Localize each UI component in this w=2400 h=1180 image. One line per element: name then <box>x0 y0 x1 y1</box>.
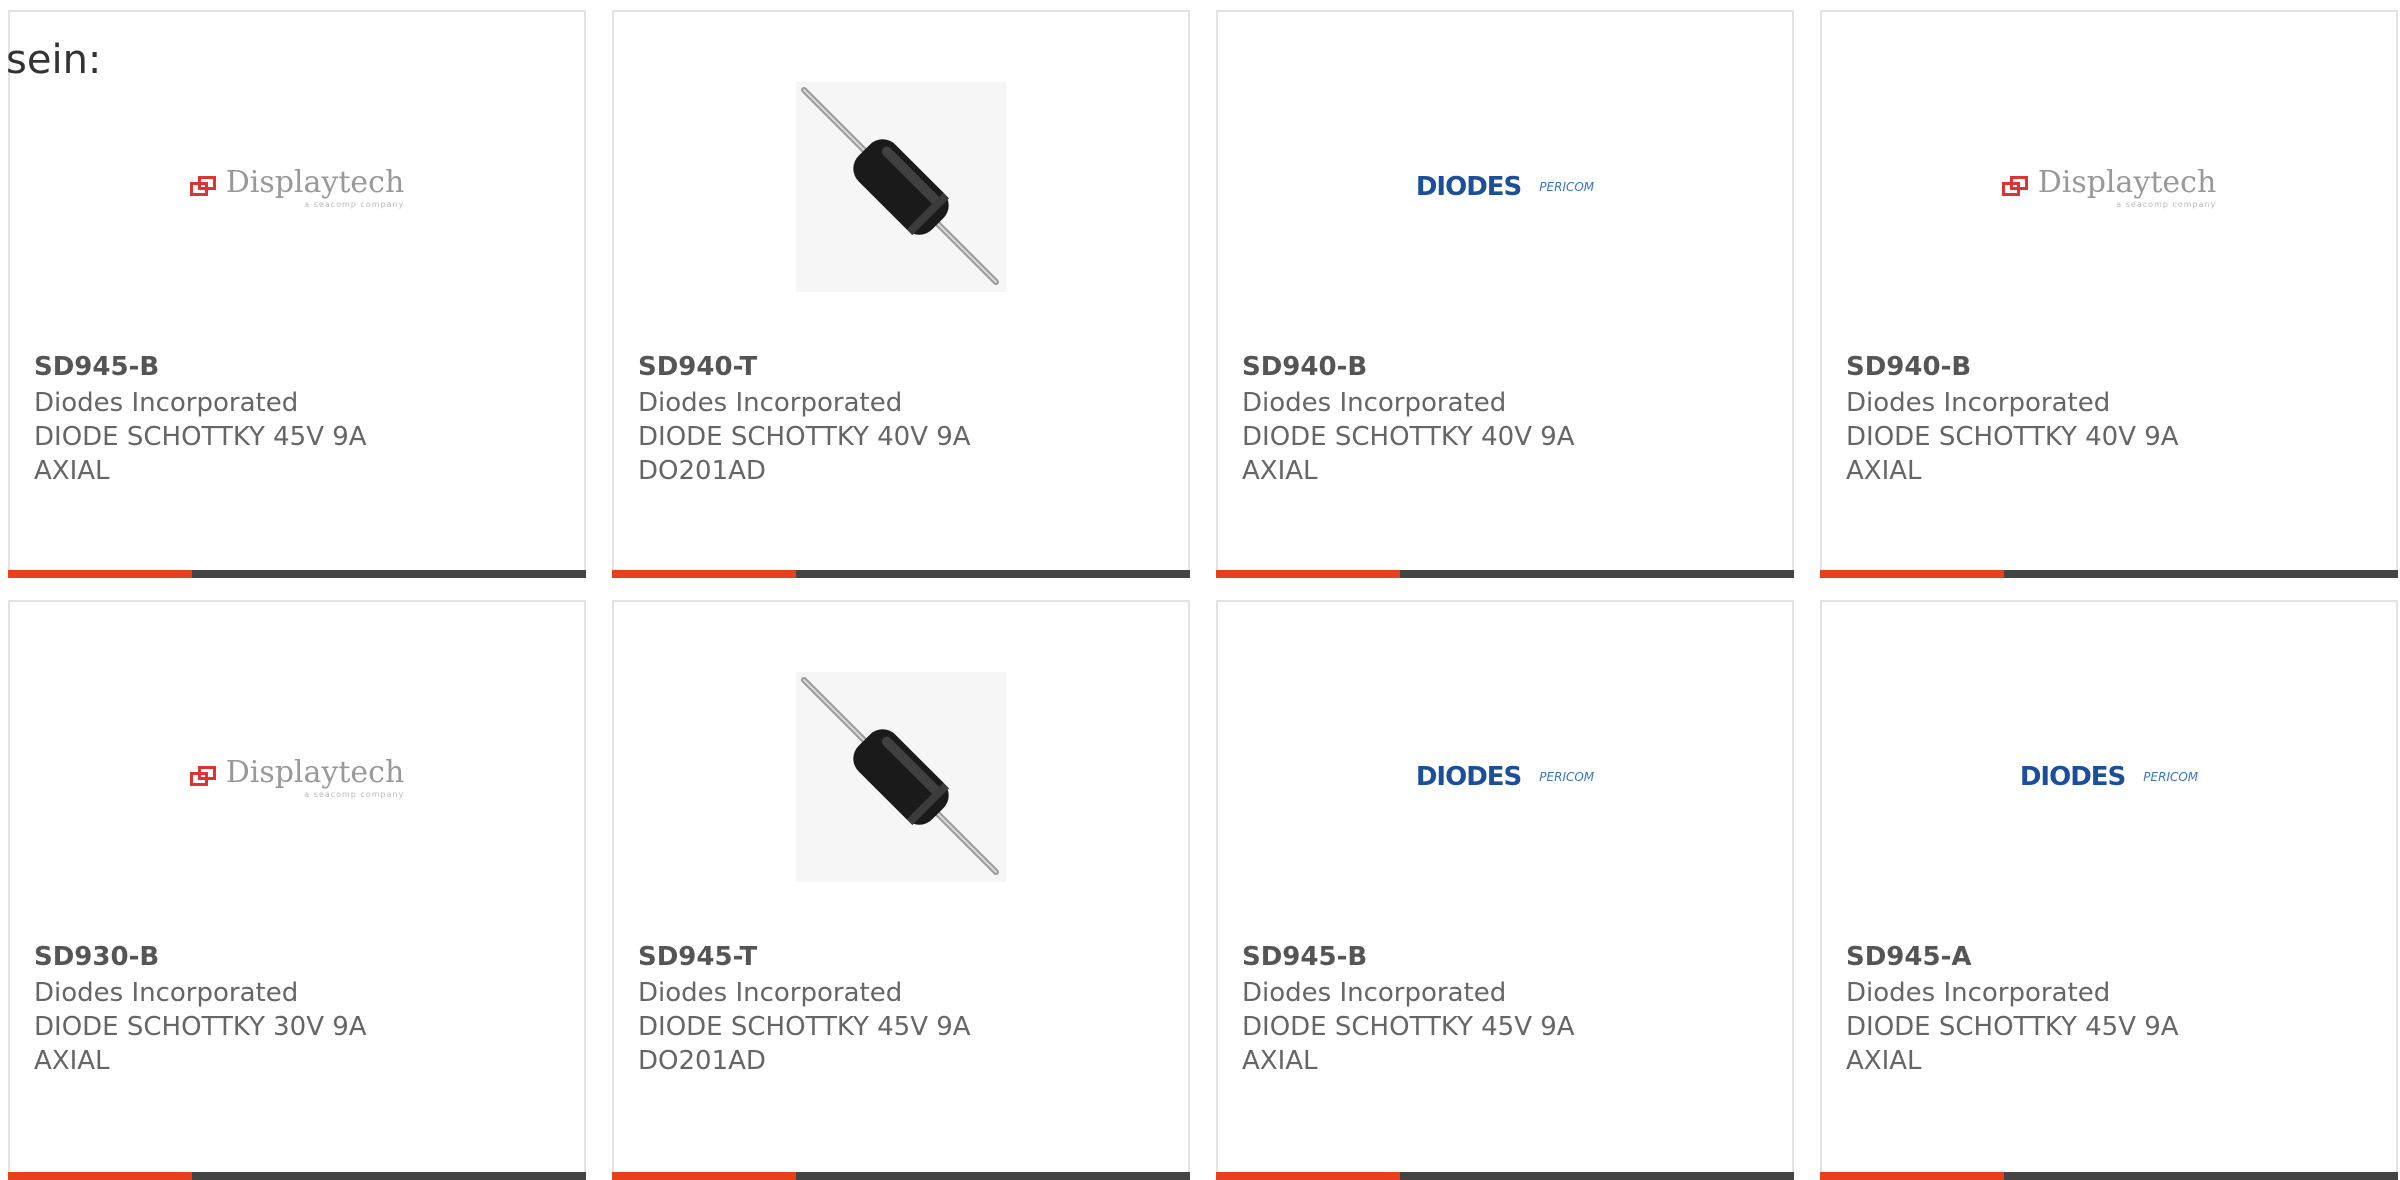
product-info: SD945-T Diodes Incorporated DIODE SCHOTT… <box>638 942 1164 1078</box>
card-footer-bar <box>612 1172 1190 1180</box>
part-number[interactable]: SD945-T <box>638 942 1164 972</box>
diodes-logo-text: DIODES <box>1415 172 1522 202</box>
card-footer-bar <box>1820 1172 2398 1180</box>
manufacturer-name: Diodes Incorporated <box>34 388 299 418</box>
manufacturer-name: Diodes Incorporated <box>1242 978 1507 1008</box>
product-description: DIODE SCHOTTKY 45V 9A AXIAL <box>1242 1012 1575 1076</box>
product-image[interactable]: Displaytech a seacomp company <box>10 72 584 302</box>
displaytech-tagline: a seacomp company <box>2116 200 2217 209</box>
displaytech-logo: Displaytech a seacomp company <box>189 755 405 799</box>
part-number[interactable]: SD945-B <box>1242 942 1768 972</box>
product-card-sd940-t[interactable]: SD940-T Diodes Incorporated DIODE SCHOTT… <box>612 10 1190 578</box>
product-description: DIODE SCHOTTKY 45V 9A AXIAL <box>34 422 367 486</box>
pericom-logo-text: PERICOM <box>2143 770 2199 784</box>
displaytech-logo: Displaytech a seacomp company <box>2001 165 2217 209</box>
displaytech-logo-text: Displaytech <box>2037 165 2217 200</box>
product-info: SD930-B Diodes Incorporated DIODE SCHOTT… <box>34 942 560 1078</box>
card-accent-bar <box>1820 1172 2004 1180</box>
manufacturer-name: Diodes Incorporated <box>638 388 903 418</box>
card-accent-bar <box>612 570 796 578</box>
product-info: SD940-B Diodes Incorporated DIODE SCHOTT… <box>1846 352 2372 488</box>
product-image[interactable]: Displaytech a seacomp company <box>10 662 584 892</box>
product-info: SD940-B Diodes Incorporated DIODE SCHOTT… <box>1242 352 1768 488</box>
diodes-logo: DIODES PERICOM <box>1416 762 1594 792</box>
part-number[interactable]: SD940-B <box>1846 352 2372 382</box>
manufacturer-name: Diodes Incorporated <box>638 978 903 1008</box>
part-number[interactable]: SD940-B <box>1242 352 1768 382</box>
diodes-logo: DIODES PERICOM <box>1416 172 1594 202</box>
product-card-sd930-b[interactable]: Displaytech a seacomp company SD930-B Dio… <box>8 600 586 1180</box>
product-description: DIODE SCHOTTKY 40V 9A AXIAL <box>1242 422 1575 486</box>
card-footer-bar <box>8 570 586 578</box>
manufacturer-name: Diodes Incorporated <box>34 978 299 1008</box>
displaytech-tagline: a seacomp company <box>304 790 405 799</box>
product-card-sd940-b[interactable]: Displaytech a seacomp company SD940-B Dio… <box>1820 10 2398 578</box>
card-footer-bar <box>1216 570 1794 578</box>
product-card-sd945-a[interactable]: DIODES PERICOM SD945-A Diodes Incorporate… <box>1820 600 2398 1180</box>
displaytech-logo-text: Displaytech <box>225 165 405 200</box>
pericom-logo-text: PERICOM <box>1539 180 1595 194</box>
product-info: SD945-B Diodes Incorporated DIODE SCHOTT… <box>34 352 560 488</box>
product-info: SD940-T Diodes Incorporated DIODE SCHOTT… <box>638 352 1164 488</box>
card-accent-bar <box>1216 570 1400 578</box>
diodes-logo-text: DIODES <box>2019 762 2126 792</box>
product-card-sd945-t[interactable]: SD945-T Diodes Incorporated DIODE SCHOTT… <box>612 600 1190 1180</box>
part-number[interactable]: SD940-T <box>638 352 1164 382</box>
product-description: DIODE SCHOTTKY 40V 9A DO201AD <box>638 422 971 486</box>
diodes-logo: DIODES PERICOM <box>2020 762 2198 792</box>
displaytech-mark-icon <box>189 766 218 788</box>
product-image[interactable] <box>614 662 1188 892</box>
product-image[interactable]: DIODES PERICOM <box>1822 662 2396 892</box>
product-image[interactable] <box>614 72 1188 302</box>
product-description: DIODE SCHOTTKY 45V 9A DO201AD <box>638 1012 971 1076</box>
part-number[interactable]: SD930-B <box>34 942 560 972</box>
diodes-logo-text: DIODES <box>1415 762 1522 792</box>
card-footer-bar <box>1820 570 2398 578</box>
card-footer-bar <box>8 1172 586 1180</box>
axial-diode-photo <box>796 82 1006 292</box>
manufacturer-name: Diodes Incorporated <box>1846 388 2111 418</box>
pericom-logo-text: PERICOM <box>1539 770 1595 784</box>
displaytech-tagline: a seacomp company <box>304 200 405 209</box>
product-description: DIODE SCHOTTKY 45V 9A AXIAL <box>1846 1012 2179 1076</box>
product-info: SD945-B Diodes Incorporated DIODE SCHOTT… <box>1242 942 1768 1078</box>
displaytech-mark-icon <box>2001 176 2030 198</box>
card-accent-bar <box>8 570 192 578</box>
product-card-sd940-b[interactable]: DIODES PERICOM SD940-B Diodes Incorporate… <box>1216 10 1794 578</box>
card-footer-bar <box>612 570 1190 578</box>
manufacturer-name: Diodes Incorporated <box>1846 978 2111 1008</box>
card-accent-bar <box>612 1172 796 1180</box>
displaytech-logo-text: Displaytech <box>225 755 405 790</box>
product-image[interactable]: DIODES PERICOM <box>1218 662 1792 892</box>
product-description: DIODE SCHOTTKY 40V 9A AXIAL <box>1846 422 2179 486</box>
product-card-sd945-b[interactable]: DIODES PERICOM SD945-B Diodes Incorporate… <box>1216 600 1794 1180</box>
product-info: SD945-A Diodes Incorporated DIODE SCHOTT… <box>1846 942 2372 1078</box>
displaytech-mark-icon <box>189 176 218 198</box>
axial-diode-photo <box>796 672 1006 882</box>
card-accent-bar <box>8 1172 192 1180</box>
product-description: DIODE SCHOTTKY 30V 9A AXIAL <box>34 1012 367 1076</box>
manufacturer-name: Diodes Incorporated <box>1242 388 1507 418</box>
card-accent-bar <box>1820 570 2004 578</box>
card-accent-bar <box>1216 1172 1400 1180</box>
product-card-sd945-b[interactable]: Displaytech a seacomp company SD945-B Dio… <box>8 10 586 578</box>
product-image[interactable]: DIODES PERICOM <box>1218 72 1792 302</box>
product-image[interactable]: Displaytech a seacomp company <box>1822 72 2396 302</box>
part-number[interactable]: SD945-B <box>34 352 560 382</box>
card-footer-bar <box>1216 1172 1794 1180</box>
section-heading: sein: <box>6 37 102 83</box>
displaytech-logo: Displaytech a seacomp company <box>189 165 405 209</box>
part-number[interactable]: SD945-A <box>1846 942 2372 972</box>
